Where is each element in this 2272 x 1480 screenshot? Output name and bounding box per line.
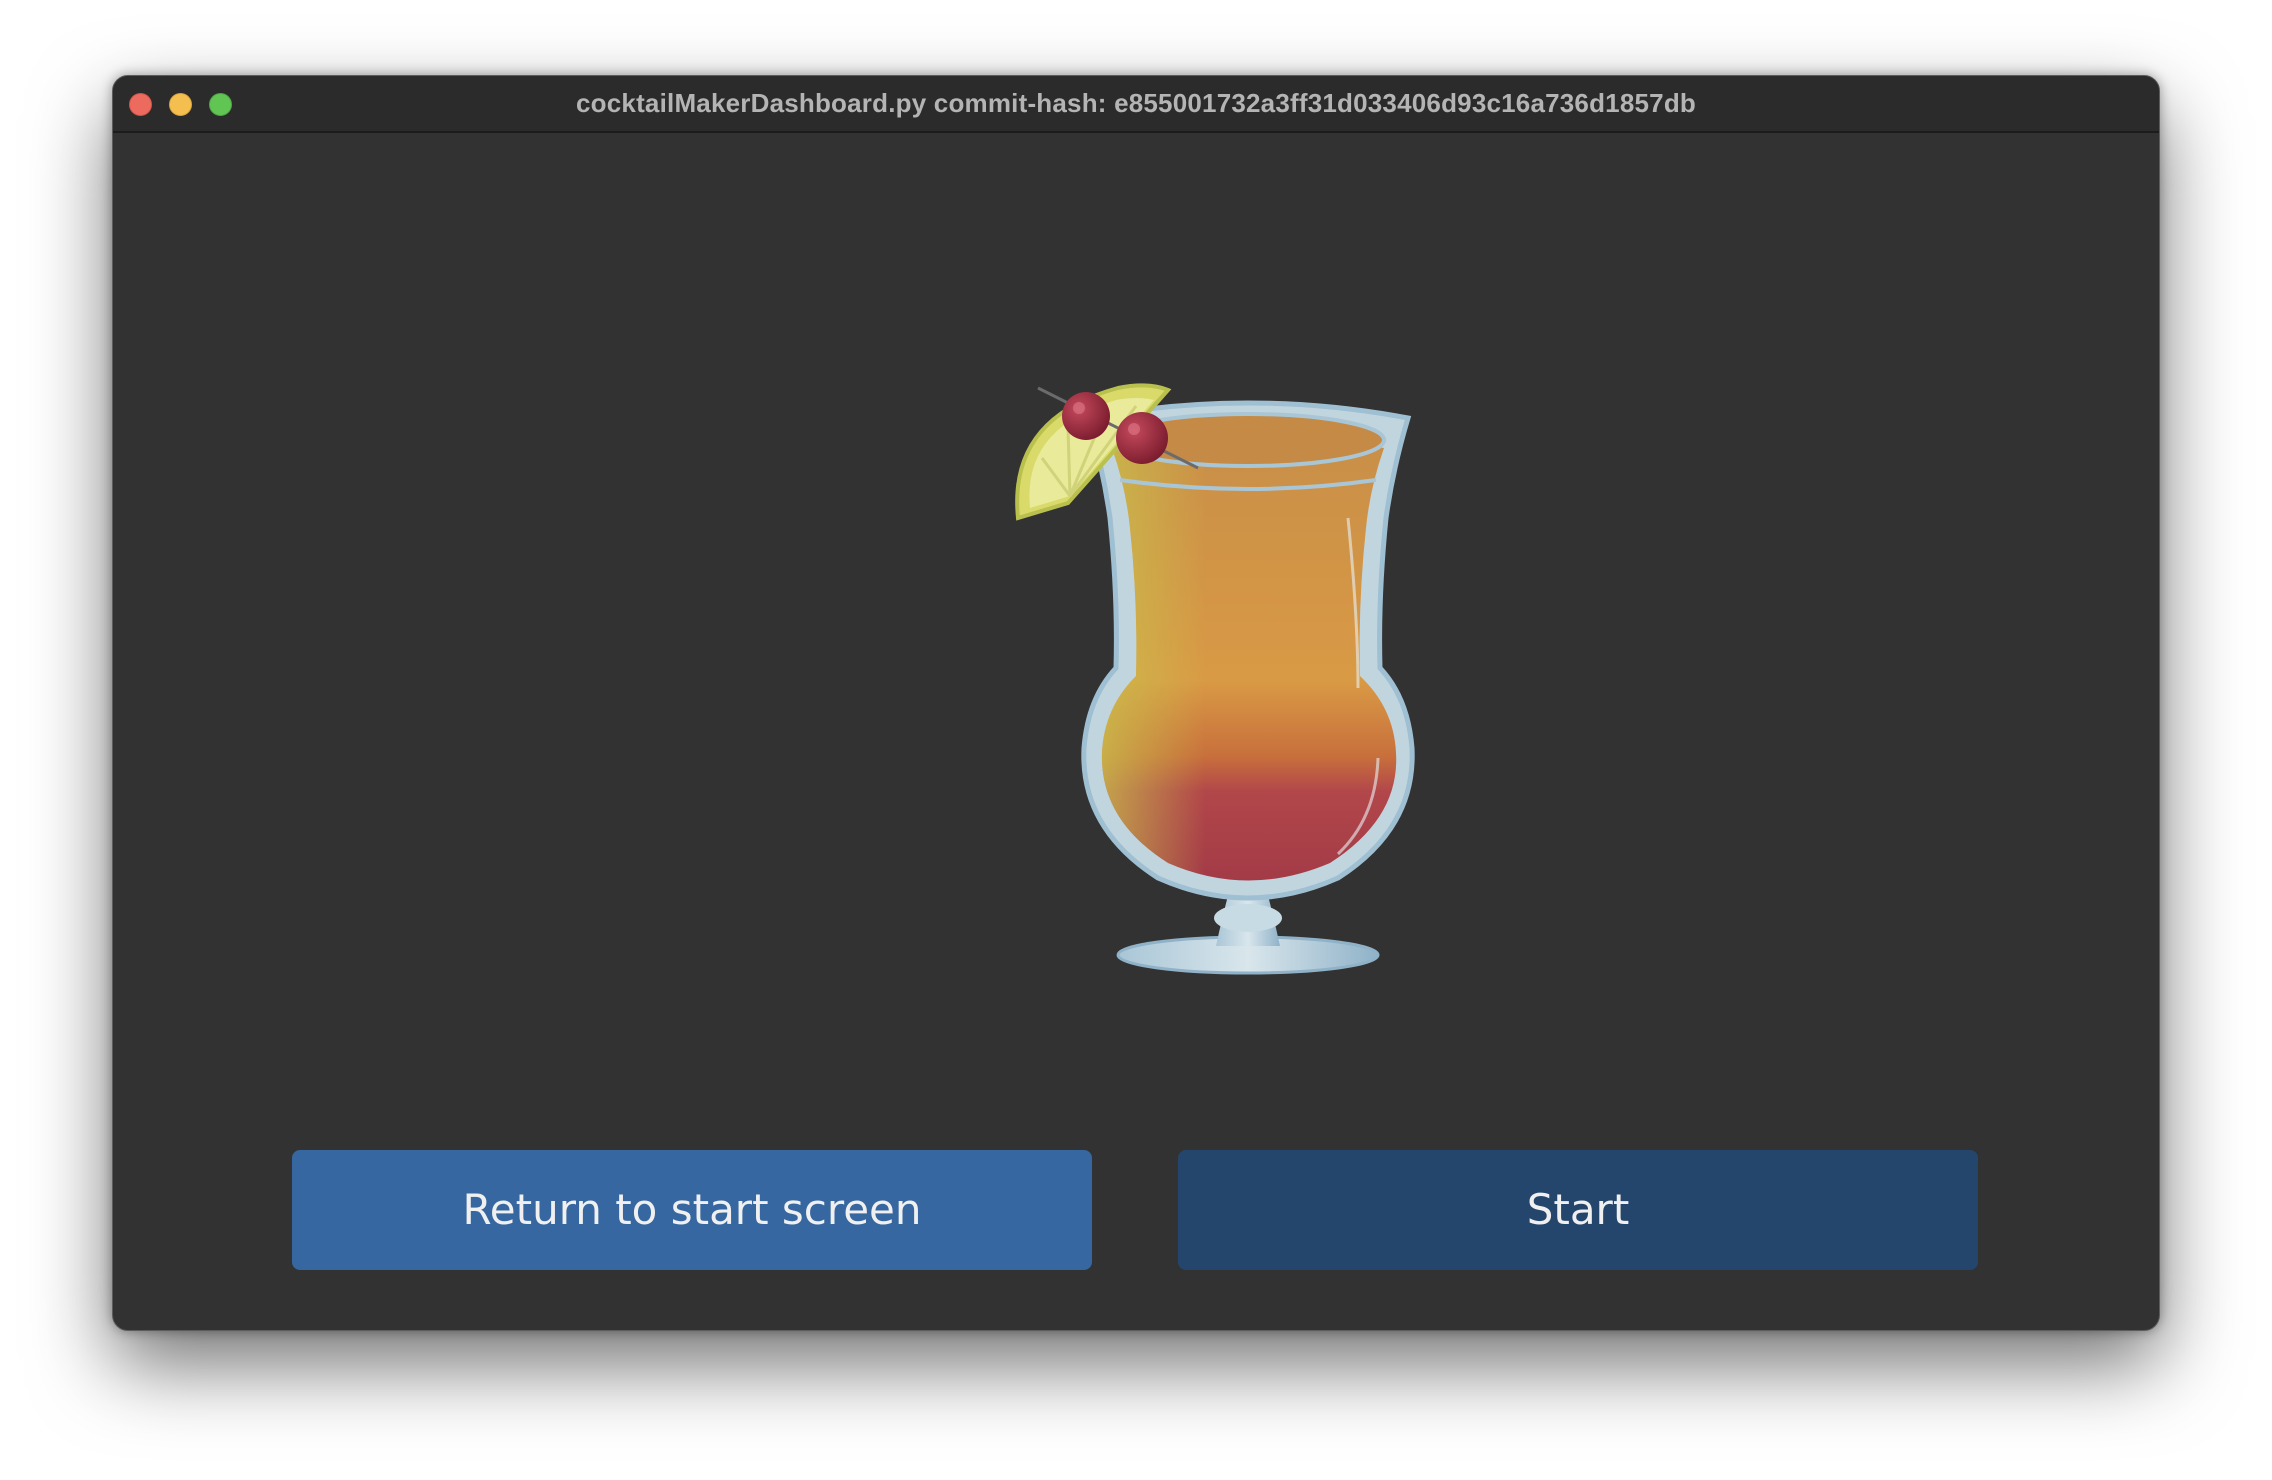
start-button[interactable]: Start — [1178, 1150, 1978, 1270]
main-content: Return to start screen Start — [113, 133, 2159, 1330]
window-title: cocktailMakerDashboard.py commit-hash: e… — [576, 88, 1696, 118]
app-window: cocktailMakerDashboard.py commit-hash: e… — [112, 75, 2160, 1331]
cocktail-glass-icon — [1015, 383, 1415, 975]
title-bar: cocktailMakerDashboard.py commit-hash: e… — [113, 76, 2159, 133]
return-to-start-screen-button[interactable]: Return to start screen — [292, 1150, 1092, 1270]
